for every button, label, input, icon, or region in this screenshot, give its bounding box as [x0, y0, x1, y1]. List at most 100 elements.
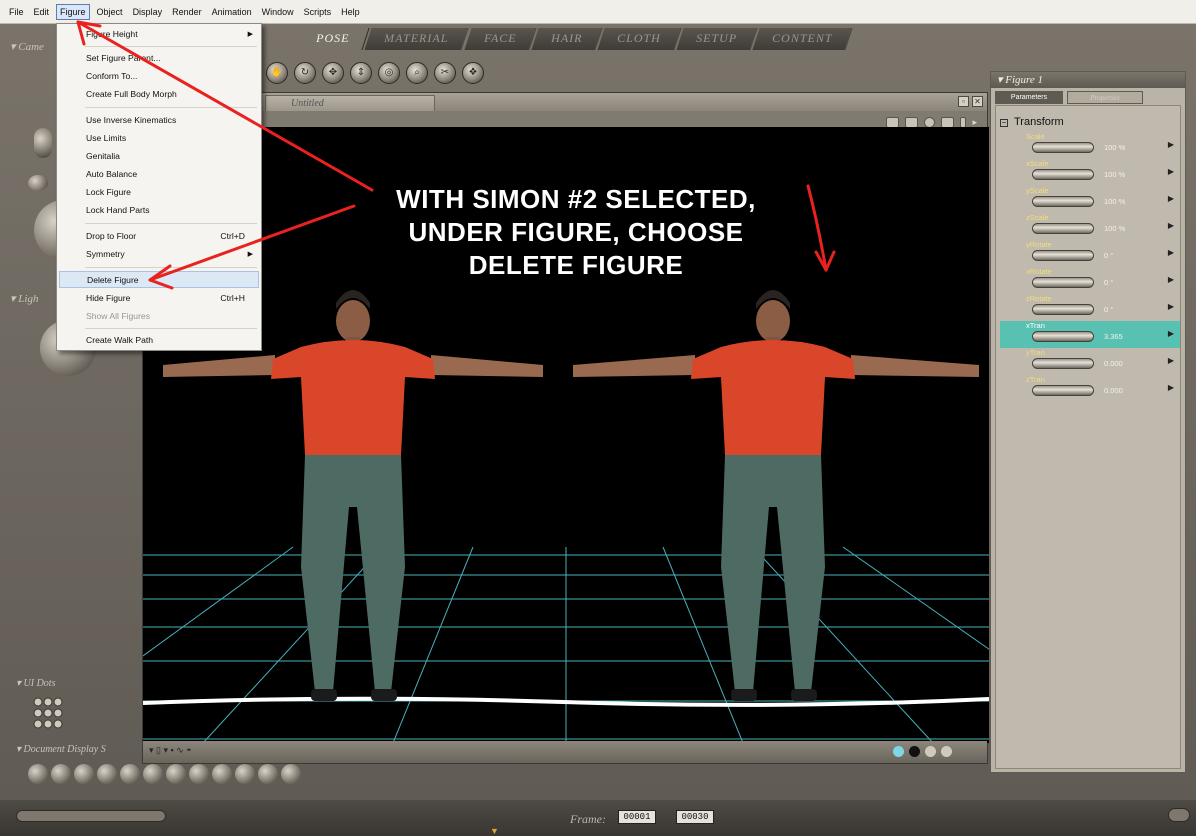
document-style-menu-icon[interactable]: ▾ ▯ ▾ ▪ ∿ ◓ [149, 745, 192, 756]
menu-item-conform-to[interactable]: Conform To... [59, 68, 259, 85]
param-menu-arrow-icon[interactable]: ▶ [1168, 167, 1174, 176]
menu-item-create-full-body-morph[interactable]: Create Full Body Morph [59, 86, 259, 103]
playback-buttons[interactable] [16, 810, 166, 822]
display-style-7-icon[interactable] [166, 764, 186, 784]
display-style-1-icon[interactable] [28, 764, 48, 784]
menu-item-set-figure-parent[interactable]: Set Figure Parent... [59, 50, 259, 67]
menu-item-lock-figure[interactable]: Lock Figure [59, 184, 259, 201]
display-style-8-icon[interactable] [189, 764, 209, 784]
param-dial[interactable] [1032, 196, 1094, 207]
menu-item-show-all-figures[interactable]: Show All Figures [59, 308, 259, 325]
param-ytran[interactable]: yTran 0.000 ▶ [1018, 348, 1180, 375]
param-dial[interactable] [1032, 304, 1094, 315]
figure-simon-2[interactable] [573, 290, 979, 701]
menu-scripts[interactable]: Scripts [299, 0, 337, 24]
menu-animation[interactable]: Animation [207, 0, 257, 24]
document-tab[interactable]: Untitled [265, 95, 435, 111]
menu-item-use-limits[interactable]: Use Limits [59, 130, 259, 147]
menu-edit[interactable]: Edit [29, 0, 55, 24]
param-dial[interactable] [1032, 358, 1094, 369]
tab-material[interactable]: MATERIAL [364, 28, 470, 50]
menu-item-symmetry[interactable]: Symmetry ▶ [59, 246, 259, 263]
param-menu-arrow-icon[interactable]: ▶ [1168, 329, 1174, 338]
display-style-3-icon[interactable] [74, 764, 94, 784]
param-value[interactable]: 0.000 [1104, 386, 1123, 395]
total-frames-field[interactable]: 00030 [676, 810, 714, 824]
menu-item-figure-height[interactable]: Figure Height ▶ [59, 26, 259, 43]
tab-hair[interactable]: HAIR [531, 28, 603, 50]
current-frame-field[interactable]: 00001 [618, 810, 656, 824]
tab-parameters[interactable]: Parameters [995, 91, 1063, 104]
param-value[interactable]: 0.000 [1104, 359, 1123, 368]
param-xrotate[interactable]: xRotate 0 ° ▶ [1018, 267, 1180, 294]
menu-item-lock-hand-parts[interactable]: Lock Hand Parts [59, 202, 259, 219]
taper-tool-icon[interactable]: ⌕ [406, 62, 428, 84]
menu-window[interactable]: Window [257, 0, 299, 24]
param-xtran[interactable]: xTran 3.365 ▶ [1000, 321, 1180, 348]
display-style-6-icon[interactable] [143, 764, 163, 784]
param-scale[interactable]: Scale 100 % ▶ [1018, 132, 1180, 159]
timeline-scrubber-icon[interactable]: ▼ [490, 826, 499, 836]
menu-item-drop-to-floor[interactable]: Drop to Floor Ctrl+D [59, 228, 259, 245]
param-dial[interactable] [1032, 250, 1094, 261]
camera-small-icon[interactable] [28, 175, 48, 191]
hand-camera-icon[interactable] [34, 128, 52, 158]
param-dial[interactable] [1032, 169, 1094, 180]
param-ztran[interactable]: zTran 0.000 ▶ [1018, 375, 1180, 402]
scale-tool-icon[interactable]: ◎ [378, 62, 400, 84]
menu-item-delete-figure[interactable]: Delete Figure [59, 271, 259, 288]
menu-render[interactable]: Render [167, 0, 207, 24]
param-yrotate[interactable]: yRotate 0 ° ▶ [1018, 240, 1180, 267]
3d-viewport[interactable]: WITH SIMON #2 SELECTED, UNDER FIGURE, CH… [143, 127, 989, 743]
layout-dot-1-icon[interactable] [893, 746, 904, 757]
layout-dot-4-icon[interactable] [941, 746, 952, 757]
menu-object[interactable]: Object [92, 0, 128, 24]
param-zscale[interactable]: zScale 100 % ▶ [1018, 213, 1180, 240]
param-value[interactable]: 100 % [1104, 170, 1125, 179]
display-style-11-icon[interactable] [258, 764, 278, 784]
param-yscale[interactable]: yScale 100 % ▶ [1018, 186, 1180, 213]
param-zrotate[interactable]: zRotate 0 ° ▶ [1018, 294, 1180, 321]
menu-item-use-inverse-kinematics[interactable]: Use Inverse Kinematics [59, 112, 259, 129]
param-menu-arrow-icon[interactable]: ▶ [1168, 140, 1174, 149]
param-value[interactable]: 100 % [1104, 224, 1125, 233]
translate-tool-icon[interactable]: ✥ [322, 62, 344, 84]
color-tool-icon[interactable]: ❖ [462, 62, 484, 84]
param-value[interactable]: 0 ° [1104, 278, 1113, 287]
translate-in-out-icon[interactable]: ⇕ [350, 62, 372, 84]
param-menu-arrow-icon[interactable]: ▶ [1168, 275, 1174, 284]
param-menu-arrow-icon[interactable]: ▶ [1168, 194, 1174, 203]
param-menu-arrow-icon[interactable]: ▶ [1168, 248, 1174, 257]
chain-break-icon[interactable]: ✂ [434, 62, 456, 84]
param-value[interactable]: 3.365 [1104, 332, 1123, 341]
figure-simon-1[interactable] [163, 290, 543, 701]
menu-item-auto-balance[interactable]: Auto Balance [59, 166, 259, 183]
param-menu-arrow-icon[interactable]: ▶ [1168, 302, 1174, 311]
param-value[interactable]: 100 % [1104, 197, 1125, 206]
display-style-10-icon[interactable] [235, 764, 255, 784]
tab-cloth[interactable]: CLOTH [597, 28, 682, 50]
display-style-4-icon[interactable] [97, 764, 117, 784]
param-value[interactable]: 100 % [1104, 143, 1125, 152]
display-style-5-icon[interactable] [120, 764, 140, 784]
param-value[interactable]: 0 ° [1104, 251, 1113, 260]
param-menu-arrow-icon[interactable]: ▶ [1168, 221, 1174, 230]
display-style-9-icon[interactable] [212, 764, 232, 784]
tab-setup[interactable]: SETUP [676, 28, 758, 50]
keyframes-button[interactable] [1168, 808, 1190, 822]
param-dial[interactable] [1032, 385, 1094, 396]
rotate-tool-icon[interactable]: ✋ [266, 62, 288, 84]
layout-dot-2-icon[interactable] [909, 746, 920, 757]
collapse-icon[interactable]: − [1000, 119, 1008, 127]
param-dial[interactable] [1032, 331, 1094, 342]
twist-tool-icon[interactable]: ↻ [294, 62, 316, 84]
param-menu-arrow-icon[interactable]: ▶ [1168, 356, 1174, 365]
tab-pose[interactable]: POSE [296, 28, 370, 50]
layout-dot-3-icon[interactable] [925, 746, 936, 757]
ui-dots-grid[interactable] [32, 696, 72, 732]
param-value[interactable]: 0 ° [1104, 305, 1113, 314]
menu-item-create-walk-path[interactable]: Create Walk Path [59, 332, 259, 349]
param-dial[interactable] [1032, 277, 1094, 288]
menu-display[interactable]: Display [128, 0, 168, 24]
tab-content[interactable]: CONTENT [752, 28, 853, 50]
